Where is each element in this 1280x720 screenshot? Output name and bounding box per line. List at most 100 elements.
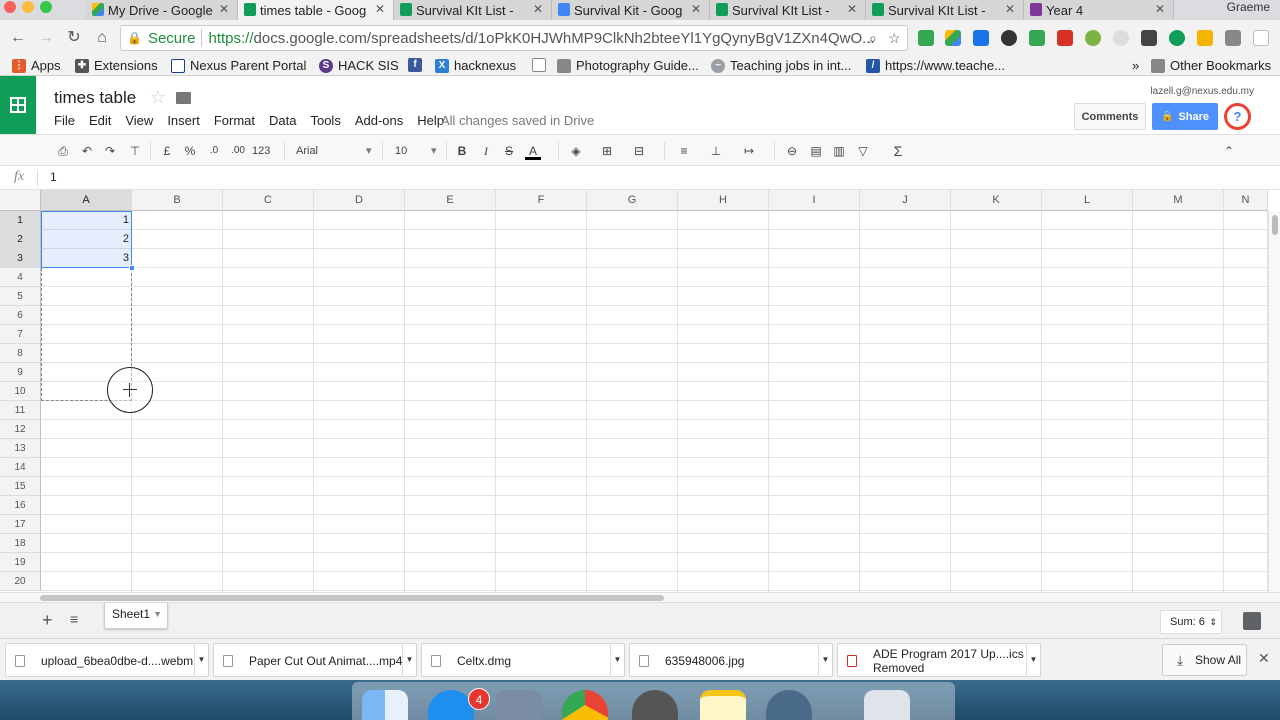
menu-data[interactable]: Data: [269, 113, 296, 128]
bookmark-hack-sis[interactable]: S HACK SIS: [319, 58, 399, 73]
profile-name[interactable]: Graeme: [1227, 0, 1270, 14]
crown-extension-icon[interactable]: [1001, 30, 1017, 46]
menu-format[interactable]: Format: [214, 113, 255, 128]
close-tab-icon[interactable]: ✕: [219, 2, 229, 16]
chevron-down-icon[interactable]: ▼: [153, 603, 162, 625]
browser-tab-survival-kit-list[interactable]: Survival KIt List - ✕: [394, 0, 552, 20]
text-wrapping-icon[interactable]: ↦: [740, 142, 758, 160]
insert-link-icon[interactable]: ⊖: [783, 142, 801, 160]
row-header-3[interactable]: 3: [0, 249, 41, 268]
chevron-down-icon[interactable]: ▼: [1026, 644, 1040, 676]
show-all-downloads-button[interactable]: ⤓ Show All: [1162, 644, 1247, 676]
save-status[interactable]: All changes saved in Drive: [441, 113, 594, 128]
fill-color-icon[interactable]: ◈: [568, 142, 584, 160]
other-bookmarks-folder[interactable]: Other Bookmarks: [1151, 58, 1271, 73]
home-icon[interactable]: ⌂: [92, 28, 112, 48]
row-header-15[interactable]: 15: [0, 477, 41, 496]
bookmark-photography-guide[interactable]: Photography Guide...: [557, 58, 699, 73]
filter-icon[interactable]: ▽: [855, 142, 871, 160]
scrollbar-thumb[interactable]: [40, 595, 664, 601]
bookmark-hacknexus[interactable]: Xhacknexus: [435, 58, 516, 73]
share-button[interactable]: 🔒 Share: [1152, 103, 1218, 130]
currency-format-button[interactable]: £: [160, 142, 174, 160]
row-header-6[interactable]: 6: [0, 306, 41, 325]
trash-icon[interactable]: [864, 690, 910, 720]
formula-input[interactable]: 1: [50, 170, 57, 184]
column-header-h[interactable]: H: [678, 190, 769, 211]
close-window-button[interactable]: [4, 1, 16, 13]
browser-tab-survival-kit-list-3[interactable]: Survival KIt List - ✕: [866, 0, 1024, 20]
bookmark-blank-page[interactable]: [532, 58, 551, 72]
column-header-j[interactable]: J: [860, 190, 951, 211]
google-drive-extension-icon[interactable]: [945, 30, 961, 46]
shield-extension-icon[interactable]: [1141, 30, 1157, 46]
download-item[interactable]: upload_6bea0dbe-d....webm ▼: [5, 643, 209, 677]
minimize-window-button[interactable]: [22, 1, 34, 13]
bookmarks-overflow-button[interactable]: »: [1132, 58, 1139, 73]
strikethrough-button[interactable]: S: [502, 142, 516, 160]
row-header-13[interactable]: 13: [0, 439, 41, 458]
chrome-menu-icon[interactable]: [1253, 30, 1269, 46]
cell-a1[interactable]: 1: [41, 211, 132, 230]
horizontal-align-icon[interactable]: ≡: [676, 142, 692, 160]
close-tab-icon[interactable]: ✕: [533, 2, 543, 16]
row-header-19[interactable]: 19: [0, 553, 41, 572]
increase-decimal-button[interactable]: .00: [228, 142, 248, 160]
column-header-e[interactable]: E: [405, 190, 496, 211]
sheet-tab-sheet1[interactable]: Sheet1 ▼: [104, 603, 168, 629]
play-extension-icon[interactable]: [1057, 30, 1073, 46]
discount-extension-icon[interactable]: [1197, 30, 1213, 46]
forward-arrow-icon[interactable]: →: [36, 28, 56, 48]
bookmark-facebook[interactable]: f: [408, 58, 427, 72]
close-tab-icon[interactable]: ✕: [691, 2, 701, 16]
google-classroom-extension-icon[interactable]: [918, 30, 934, 46]
bookmark-extensions[interactable]: ✚ Extensions: [75, 58, 158, 73]
browser-tab-survival-kit-list-2[interactable]: Survival KIt List - ✕: [710, 0, 866, 20]
row-header-12[interactable]: 12: [0, 420, 41, 439]
chevron-down-icon[interactable]: ▼: [610, 644, 624, 676]
close-tab-icon[interactable]: ✕: [847, 2, 857, 16]
chevron-down-icon[interactable]: ▼: [818, 644, 832, 676]
insert-chart-icon[interactable]: ▥: [831, 142, 847, 160]
column-header-d[interactable]: D: [314, 190, 405, 211]
row-header-1[interactable]: 1: [0, 211, 41, 230]
sheets-home-logo[interactable]: [0, 76, 36, 134]
bookmark-teaching-jobs[interactable]: ~ Teaching jobs in int...: [711, 58, 851, 73]
percent-format-button[interactable]: %: [183, 142, 197, 160]
close-downloads-icon[interactable]: ✕: [1258, 650, 1270, 667]
column-header-i[interactable]: I: [769, 190, 860, 211]
bold-button[interactable]: B: [455, 142, 469, 160]
download-item[interactable]: Celtx.dmg ▼: [421, 643, 625, 677]
menu-help[interactable]: Help: [417, 113, 444, 128]
screencast-extension-icon[interactable]: [973, 30, 989, 46]
column-header-g[interactable]: G: [587, 190, 678, 211]
column-header-m[interactable]: M: [1133, 190, 1224, 211]
spreadsheet-grid[interactable]: ABCDEFGHIJKLMN 1 2 3 4 5 6 7 8 9 10 11 12 13 14 15 16 17…: [0, 190, 1280, 592]
column-header-k[interactable]: K: [951, 190, 1042, 211]
print-icon[interactable]: ⎙: [55, 142, 71, 160]
chevron-down-icon[interactable]: ▼: [194, 644, 208, 676]
font-family-dropdown[interactable]: Arial: [296, 142, 366, 160]
horizontal-scrollbar[interactable]: [0, 592, 1280, 602]
borders-icon[interactable]: ⊞: [599, 142, 615, 160]
column-header-n[interactable]: N: [1224, 190, 1268, 211]
menu-tools[interactable]: Tools: [310, 113, 340, 128]
undo-icon[interactable]: ↶: [79, 142, 95, 160]
row-header-20[interactable]: 20: [0, 572, 41, 591]
bookmark-star-icon[interactable]: ☆: [888, 30, 901, 47]
browser-tab-survival-kit-doc[interactable]: Survival Kit - Goog ✕: [552, 0, 710, 20]
row-header-11[interactable]: 11: [0, 401, 41, 420]
row-header-17[interactable]: 17: [0, 515, 41, 534]
menu-view[interactable]: View: [125, 113, 153, 128]
decrease-decimal-button[interactable]: .0: [205, 142, 223, 160]
document-title[interactable]: times table: [54, 88, 136, 108]
reload-icon[interactable]: ↻: [64, 28, 84, 48]
download-item[interactable]: 635948006.jpg ▼: [629, 643, 833, 677]
close-tab-icon[interactable]: ✕: [375, 2, 385, 16]
account-email[interactable]: lazell.g@nexus.edu.my: [1150, 86, 1254, 97]
chevron-down-icon[interactable]: ▼: [402, 644, 416, 676]
browser-tab-my-drive[interactable]: My Drive - Google ✕: [86, 0, 238, 20]
row-header-2[interactable]: 2: [0, 230, 41, 249]
finder-icon[interactable]: [362, 690, 408, 720]
evernote-extension-icon[interactable]: [1029, 30, 1045, 46]
